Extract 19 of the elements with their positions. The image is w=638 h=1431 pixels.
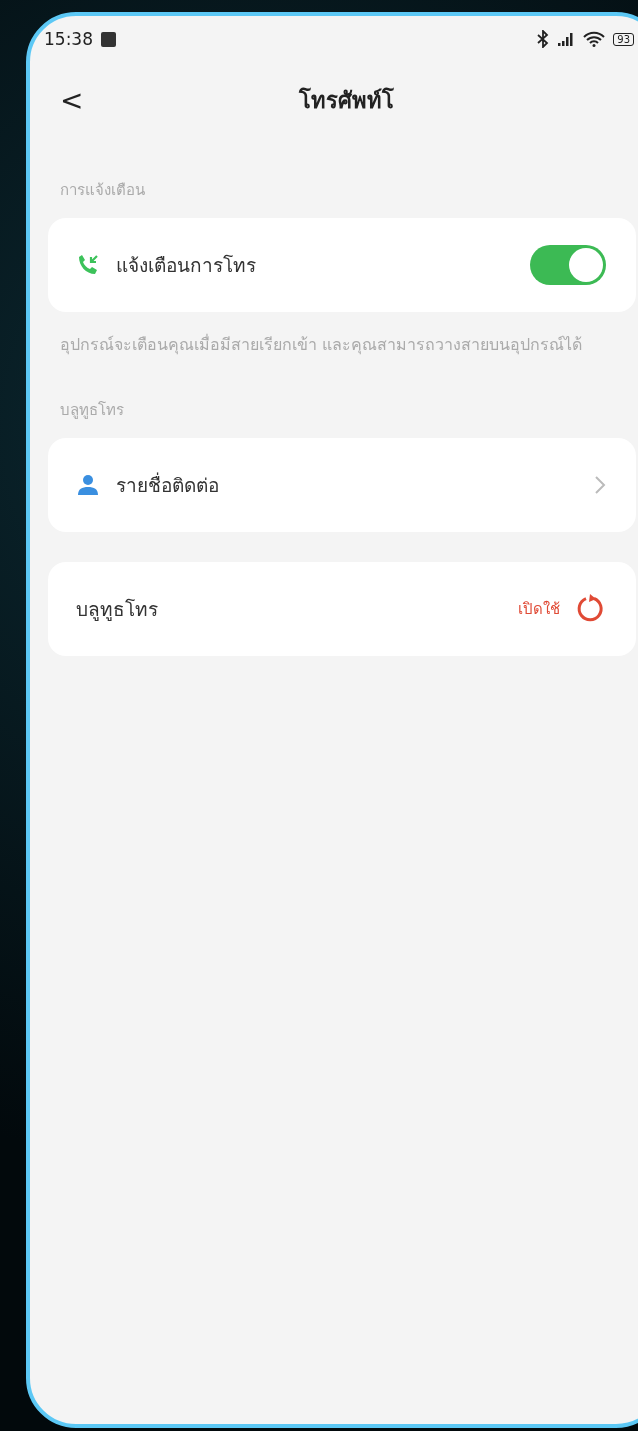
page-title: โทรศัพท์โ <box>298 86 394 115</box>
section-label: การแจ้งเตือน <box>60 180 146 201</box>
signal-icon <box>557 32 576 46</box>
bluetooth-icon <box>537 30 550 48</box>
wifi-icon <box>583 31 606 47</box>
row-label: รายชื่อติดต่อ <box>116 471 219 498</box>
notification-icon <box>101 31 116 47</box>
row-label: แจ้งเตือนการโทร <box>116 253 256 278</box>
status-time: 15:38 <box>44 29 93 49</box>
battery-icon: 93 <box>613 32 634 46</box>
enable-link[interactable]: เปิดใช้ <box>518 596 560 621</box>
row-label: บลูทูธโทร <box>76 596 158 623</box>
description-text: อุปกรณ์จะเตือนคุณเมื่อมีสายเรียกเข้า และคุณสามารถวางสายบนอุปกรณ์ได้ <box>60 333 584 357</box>
incoming-call-icon <box>76 253 100 277</box>
person-icon <box>76 472 100 497</box>
toggle-switch[interactable] <box>530 245 606 285</box>
chevron-icon[interactable] <box>594 474 606 495</box>
section-label: บลูทูธโทร <box>60 399 125 421</box>
back-button[interactable]: < <box>60 83 84 117</box>
